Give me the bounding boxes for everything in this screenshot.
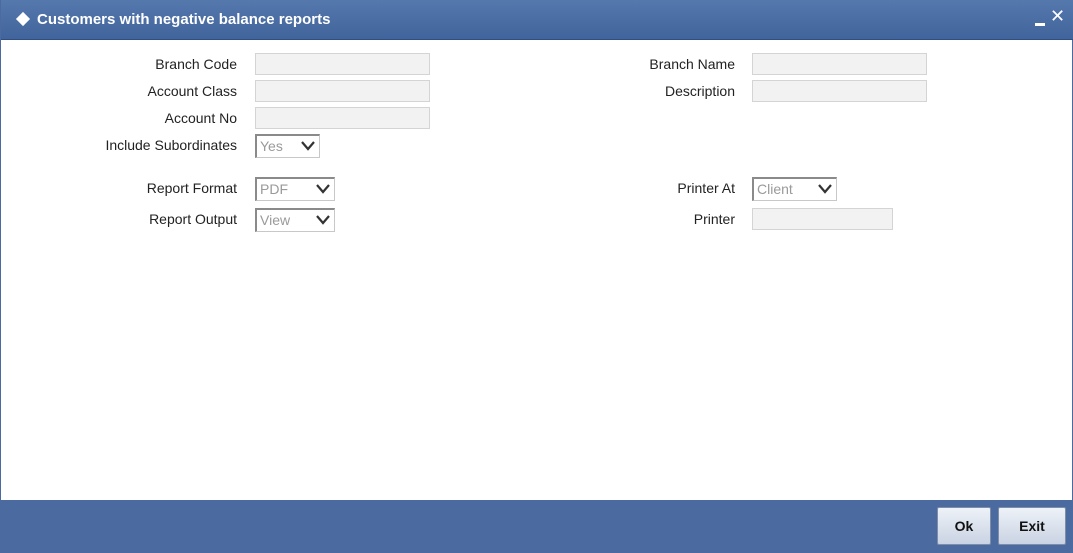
account-class-field[interactable] [255, 80, 430, 102]
printer-label: Printer [693, 211, 735, 227]
chevron-down-icon [316, 184, 330, 194]
printer-at-value: Client [757, 181, 793, 197]
footer-bar [1, 500, 1073, 553]
report-format-label: Report Format [146, 180, 237, 196]
description-label: Description [664, 83, 735, 99]
branch-code-label: Branch Code [155, 56, 237, 72]
account-class-label: Account Class [147, 83, 237, 99]
report-output-select[interactable]: View [255, 208, 335, 232]
chevron-down-icon [316, 215, 330, 225]
branch-name-field[interactable] [752, 53, 927, 75]
include-subordinates-label: Include Subordinates [105, 137, 237, 153]
printer-at-label: Printer At [677, 180, 735, 196]
window-title: Customers with negative balance reports [37, 11, 331, 28]
report-format-value: PDF [260, 181, 288, 197]
branch-name-label: Branch Name [649, 56, 735, 72]
branch-code-field[interactable] [255, 53, 430, 75]
report-output-value: View [260, 212, 291, 228]
account-no-label: Account No [164, 110, 237, 126]
report-format-select[interactable]: PDF [255, 177, 335, 201]
minimize-icon[interactable] [1035, 23, 1045, 26]
diamond-icon [15, 11, 31, 27]
close-icon[interactable]: ✕ [1050, 7, 1066, 25]
description-field[interactable] [752, 80, 927, 102]
account-no-field[interactable] [255, 107, 430, 129]
title-bar: Customers with negative balance reports … [1, 0, 1073, 40]
chevron-down-icon [301, 141, 315, 151]
report-window: Customers with negative balance reports … [0, 0, 1073, 553]
chevron-down-icon [818, 184, 832, 194]
include-subordinates-select[interactable]: Yes [255, 134, 320, 158]
ok-button[interactable]: Ok [937, 507, 991, 545]
printer-field[interactable] [752, 208, 893, 230]
include-subordinates-value: Yes [260, 138, 283, 154]
printer-at-select[interactable]: Client [752, 177, 837, 201]
report-output-label: Report Output [149, 211, 237, 227]
exit-button[interactable]: Exit [998, 507, 1066, 545]
